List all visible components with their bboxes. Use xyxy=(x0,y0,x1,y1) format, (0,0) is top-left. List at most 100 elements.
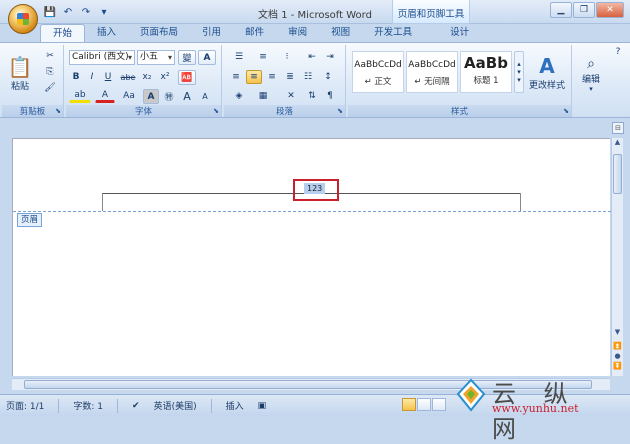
chinese-layout-icon[interactable]: ✕ xyxy=(280,89,302,103)
style-normal[interactable]: AaBbCcDd ↵ 正文 xyxy=(352,51,404,93)
font-size-combo[interactable]: 小五 xyxy=(137,50,175,65)
font-color-icon[interactable]: A xyxy=(95,89,115,103)
subscript-button[interactable]: x₂ xyxy=(139,70,155,84)
clear-format-icon[interactable]: 🆎 xyxy=(178,70,196,85)
ribbon: 📋 粘贴 ✂ ⎘ 🖌 剪贴板 ⬊ Calibri (西文) 小五 變 A B I… xyxy=(0,42,630,118)
highlight-annotation xyxy=(293,179,339,201)
styles-scroll-icon[interactable]: ▴ ▾ ▾ xyxy=(514,51,524,93)
shrink-font-button[interactable]: A xyxy=(197,89,213,104)
superscript-button[interactable]: x² xyxy=(157,70,173,84)
proofing-icon[interactable]: ✔ xyxy=(132,401,140,411)
group-label-styles: 样式 xyxy=(348,105,571,117)
dialog-launcher-icon[interactable]: ⬊ xyxy=(337,107,343,115)
web-layout-icon[interactable] xyxy=(432,398,446,411)
office-button[interactable] xyxy=(8,4,38,34)
borders-icon[interactable]: ▦ xyxy=(252,89,274,103)
status-language[interactable]: 英语(美国) xyxy=(154,399,197,412)
binoculars-icon: ⌕ xyxy=(587,55,595,72)
sort-icon[interactable]: ⇅ xyxy=(304,89,320,103)
context-tab-header-footer-tools: 页眉和页脚工具 xyxy=(392,0,470,24)
show-marks-icon[interactable]: ¶ xyxy=(322,89,338,103)
status-words[interactable]: 字数: 1 xyxy=(73,399,103,412)
group-font: Calibri (西文) 小五 變 A B I U abe x₂ x² 🆎 ab… xyxy=(66,45,222,117)
phonetic-guide-icon[interactable]: 變 xyxy=(178,50,196,65)
header-boundary xyxy=(13,211,611,212)
tab-references[interactable]: 引用 xyxy=(190,24,233,42)
restore-icon[interactable]: ❐ xyxy=(573,2,595,18)
print-layout-icon[interactable] xyxy=(402,398,416,411)
bold-button[interactable]: B xyxy=(69,70,83,84)
minimize-icon[interactable]: ▁ xyxy=(550,2,572,18)
ruler-toggle-icon[interactable]: ⊟ xyxy=(612,122,624,134)
char-border-icon[interactable]: A xyxy=(198,50,216,65)
tab-review[interactable]: 审阅 xyxy=(276,24,319,42)
group-label-font: 字体 xyxy=(66,105,221,117)
align-center-icon[interactable]: ≡ xyxy=(246,70,262,84)
ribbon-tabs: 开始 插入 页面布局 引用 邮件 审阅 视图 开发工具 设计 xyxy=(40,24,481,42)
grow-font-button[interactable]: A xyxy=(179,89,195,104)
window-title: 文档 1 - Microsoft Word xyxy=(258,10,372,21)
tab-view[interactable]: 视图 xyxy=(319,24,362,42)
font-name-combo[interactable]: Calibri (西文) xyxy=(69,50,135,65)
status-insert-mode[interactable]: 插入 xyxy=(226,399,244,412)
status-page[interactable]: 页面: 1/1 xyxy=(6,399,44,412)
format-painter-icon[interactable]: 🖌 xyxy=(42,81,58,95)
underline-button[interactable]: U xyxy=(101,70,115,84)
highlight-icon[interactable]: ab xyxy=(69,89,91,103)
increase-indent-icon[interactable]: ⇥ xyxy=(322,50,338,64)
group-clipboard: 📋 粘贴 ✂ ⎘ 🖌 剪贴板 ⬊ xyxy=(2,45,64,117)
group-label-clipboard: 剪贴板 xyxy=(2,105,63,117)
vertical-scroll-thumb[interactable] xyxy=(613,154,622,194)
strikethrough-button[interactable]: abe xyxy=(119,70,137,84)
tab-mailings[interactable]: 邮件 xyxy=(233,24,276,42)
tab-design[interactable]: 设计 xyxy=(438,24,481,42)
distributed-icon[interactable]: ☷ xyxy=(300,70,316,84)
macro-record-icon[interactable]: ▣ xyxy=(258,401,267,411)
style-heading-1[interactable]: AaBb 标题 1 xyxy=(460,51,512,93)
shading-icon[interactable]: ◈ xyxy=(228,89,250,103)
close-icon[interactable]: ✕ xyxy=(596,2,624,18)
dialog-launcher-icon[interactable]: ⬊ xyxy=(55,107,61,115)
group-paragraph: ☰ ≡ ⁝ ⇤ ⇥ ≡ ≡ ≡ ≣ ☷ ↕ ◈ ▦ ✕ ⇅ ¶ 段落 ⬊ xyxy=(224,45,346,117)
bullets-icon[interactable]: ☰ xyxy=(228,50,250,64)
scroll-up-icon[interactable]: ▲ xyxy=(612,138,623,150)
document-page[interactable]: 123 页眉 xyxy=(12,138,611,376)
header-margin-right xyxy=(520,193,521,211)
enclose-char-icon[interactable]: ㊕ xyxy=(161,89,177,104)
editing-button[interactable]: ⌕ 编辑 ▾ xyxy=(576,49,606,99)
group-label-paragraph: 段落 xyxy=(224,105,345,117)
scroll-down-icon[interactable]: ▼ xyxy=(612,328,623,340)
justify-icon[interactable]: ≣ xyxy=(282,70,298,84)
tab-insert[interactable]: 插入 xyxy=(85,24,128,42)
align-right-icon[interactable]: ≡ xyxy=(264,70,280,84)
cut-icon[interactable]: ✂ xyxy=(42,49,58,63)
view-buttons xyxy=(402,398,446,411)
copy-icon[interactable]: ⎘ xyxy=(42,65,58,79)
dialog-launcher-icon[interactable]: ⬊ xyxy=(213,107,219,115)
change-case-button[interactable]: Aa xyxy=(119,89,139,103)
tab-page-layout[interactable]: 页面布局 xyxy=(128,24,190,42)
line-spacing-icon[interactable]: ↕ xyxy=(318,70,338,84)
change-styles-icon: A xyxy=(539,53,555,78)
change-styles-button[interactable]: A 更改样式 xyxy=(526,49,568,95)
watermark-logo-icon xyxy=(456,378,486,412)
vertical-scrollbar[interactable]: ▲ ▼ ⏫ ● ⏬ xyxy=(611,138,623,376)
full-screen-reading-icon[interactable] xyxy=(417,398,431,411)
align-left-icon[interactable]: ≡ xyxy=(228,70,244,84)
next-page-icon[interactable]: ⏬ xyxy=(612,362,623,374)
paste-icon: 📋 xyxy=(7,54,33,79)
help-icon[interactable]: ? xyxy=(611,45,625,59)
tab-home[interactable]: 开始 xyxy=(40,24,86,42)
title-bar: 💾 ↶ ↷ ▾ 文档 1 - Microsoft Word 页眉和页脚工具 ▁ … xyxy=(0,0,630,24)
dialog-launcher-icon[interactable]: ⬊ xyxy=(563,107,569,115)
char-shading-icon[interactable]: A xyxy=(143,89,159,104)
decrease-indent-icon[interactable]: ⇤ xyxy=(304,50,320,64)
watermark-url: www.yunhu.net xyxy=(492,402,579,415)
numbering-icon[interactable]: ≡ xyxy=(252,50,274,64)
style-no-spacing[interactable]: AaBbCcDd ↵ 无间隔 xyxy=(406,51,458,93)
paste-button[interactable]: 📋 粘贴 xyxy=(6,49,34,97)
tab-developer[interactable]: 开发工具 xyxy=(362,24,424,42)
multilevel-list-icon[interactable]: ⁝ xyxy=(276,50,298,64)
italic-button[interactable]: I xyxy=(85,70,99,84)
watermark: 云 纵 网 www.yunhu.net xyxy=(452,374,628,443)
